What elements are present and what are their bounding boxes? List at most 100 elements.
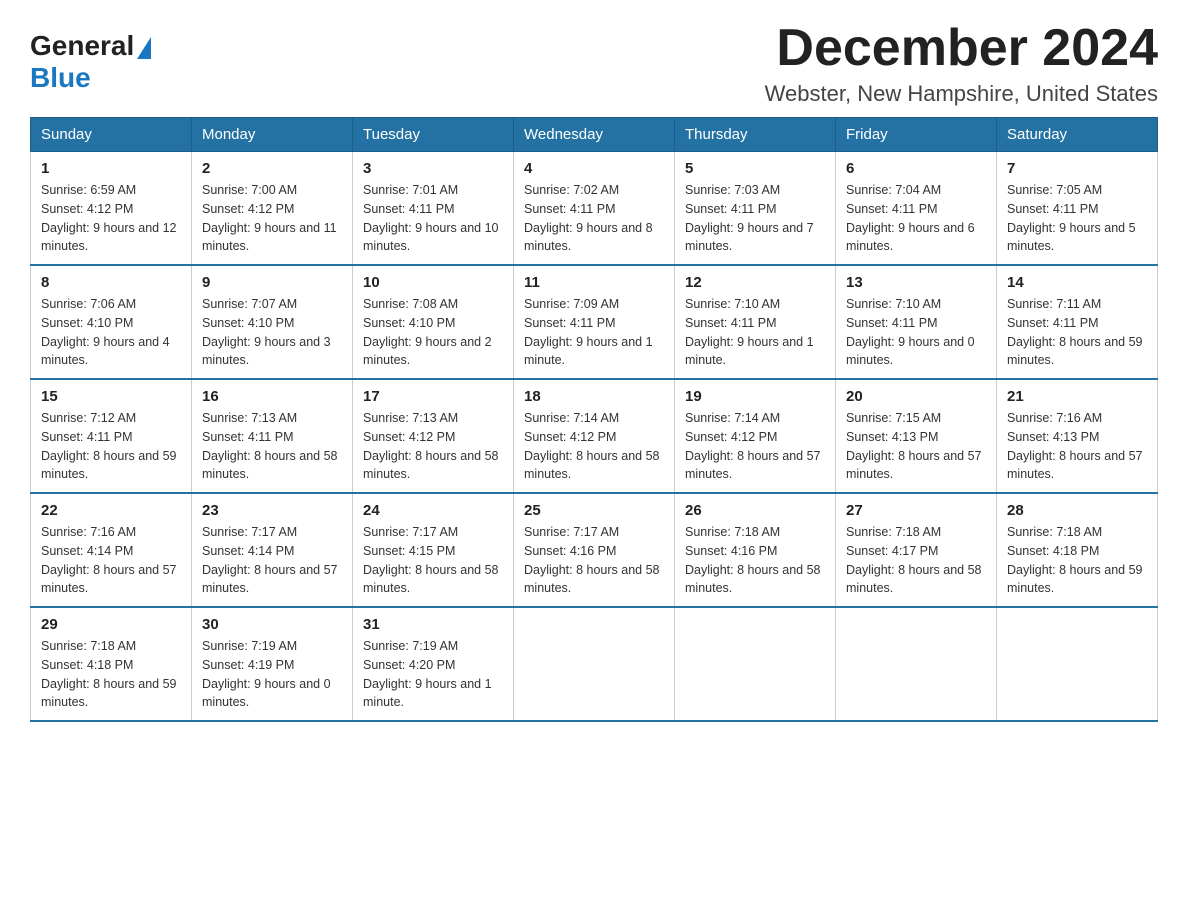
calendar-day-cell: 3 Sunrise: 7:01 AMSunset: 4:11 PMDayligh… bbox=[353, 152, 514, 266]
day-of-week-header: Sunday bbox=[31, 118, 192, 152]
day-info: Sunrise: 7:18 AMSunset: 4:16 PMDaylight:… bbox=[685, 525, 821, 595]
calendar-week-row: 29 Sunrise: 7:18 AMSunset: 4:18 PMDaylig… bbox=[31, 607, 1158, 721]
day-of-week-header: Wednesday bbox=[514, 118, 675, 152]
day-info: Sunrise: 7:14 AMSunset: 4:12 PMDaylight:… bbox=[685, 411, 821, 481]
day-info: Sunrise: 7:17 AMSunset: 4:15 PMDaylight:… bbox=[363, 525, 499, 595]
day-info: Sunrise: 7:03 AMSunset: 4:11 PMDaylight:… bbox=[685, 183, 814, 253]
day-number: 13 bbox=[846, 274, 986, 291]
calendar-day-cell: 28 Sunrise: 7:18 AMSunset: 4:18 PMDaylig… bbox=[997, 493, 1158, 607]
calendar-day-cell: 30 Sunrise: 7:19 AMSunset: 4:19 PMDaylig… bbox=[192, 607, 353, 721]
calendar-day-cell: 17 Sunrise: 7:13 AMSunset: 4:12 PMDaylig… bbox=[353, 379, 514, 493]
day-number: 18 bbox=[524, 388, 664, 405]
calendar-day-cell: 23 Sunrise: 7:17 AMSunset: 4:14 PMDaylig… bbox=[192, 493, 353, 607]
day-number: 2 bbox=[202, 160, 342, 177]
location-subtitle: Webster, New Hampshire, United States bbox=[765, 81, 1158, 107]
calendar-day-cell: 15 Sunrise: 7:12 AMSunset: 4:11 PMDaylig… bbox=[31, 379, 192, 493]
day-number: 7 bbox=[1007, 160, 1147, 177]
day-number: 16 bbox=[202, 388, 342, 405]
day-info: Sunrise: 7:04 AMSunset: 4:11 PMDaylight:… bbox=[846, 183, 975, 253]
day-number: 15 bbox=[41, 388, 181, 405]
day-number: 11 bbox=[524, 274, 664, 291]
day-info: Sunrise: 7:16 AMSunset: 4:14 PMDaylight:… bbox=[41, 525, 177, 595]
title-section: December 2024 Webster, New Hampshire, Un… bbox=[765, 20, 1158, 107]
calendar-day-cell: 27 Sunrise: 7:18 AMSunset: 4:17 PMDaylig… bbox=[836, 493, 997, 607]
day-info: Sunrise: 6:59 AMSunset: 4:12 PMDaylight:… bbox=[41, 183, 177, 253]
day-info: Sunrise: 7:00 AMSunset: 4:12 PMDaylight:… bbox=[202, 183, 337, 253]
logo-blue: Blue bbox=[30, 62, 91, 94]
day-number: 30 bbox=[202, 616, 342, 633]
day-of-week-header: Monday bbox=[192, 118, 353, 152]
calendar-day-cell: 14 Sunrise: 7:11 AMSunset: 4:11 PMDaylig… bbox=[997, 265, 1158, 379]
day-of-week-header: Thursday bbox=[675, 118, 836, 152]
logo-general: General bbox=[30, 30, 134, 62]
day-info: Sunrise: 7:09 AMSunset: 4:11 PMDaylight:… bbox=[524, 297, 653, 367]
calendar-day-cell: 11 Sunrise: 7:09 AMSunset: 4:11 PMDaylig… bbox=[514, 265, 675, 379]
day-number: 4 bbox=[524, 160, 664, 177]
day-number: 28 bbox=[1007, 502, 1147, 519]
calendar-day-cell bbox=[514, 607, 675, 721]
calendar-day-cell: 8 Sunrise: 7:06 AMSunset: 4:10 PMDayligh… bbox=[31, 265, 192, 379]
day-number: 6 bbox=[846, 160, 986, 177]
page-header: General Blue December 2024 Webster, New … bbox=[30, 20, 1158, 107]
day-number: 23 bbox=[202, 502, 342, 519]
day-info: Sunrise: 7:02 AMSunset: 4:11 PMDaylight:… bbox=[524, 183, 653, 253]
calendar-day-cell: 31 Sunrise: 7:19 AMSunset: 4:20 PMDaylig… bbox=[353, 607, 514, 721]
day-number: 27 bbox=[846, 502, 986, 519]
logo-triangle-icon bbox=[137, 37, 151, 59]
calendar-day-cell: 20 Sunrise: 7:15 AMSunset: 4:13 PMDaylig… bbox=[836, 379, 997, 493]
calendar-day-cell: 12 Sunrise: 7:10 AMSunset: 4:11 PMDaylig… bbox=[675, 265, 836, 379]
calendar-day-cell bbox=[675, 607, 836, 721]
day-info: Sunrise: 7:06 AMSunset: 4:10 PMDaylight:… bbox=[41, 297, 170, 367]
logo: General Blue bbox=[30, 30, 151, 94]
day-info: Sunrise: 7:17 AMSunset: 4:14 PMDaylight:… bbox=[202, 525, 338, 595]
calendar-day-cell: 29 Sunrise: 7:18 AMSunset: 4:18 PMDaylig… bbox=[31, 607, 192, 721]
day-of-week-header: Tuesday bbox=[353, 118, 514, 152]
day-number: 5 bbox=[685, 160, 825, 177]
calendar-day-cell: 22 Sunrise: 7:16 AMSunset: 4:14 PMDaylig… bbox=[31, 493, 192, 607]
day-number: 1 bbox=[41, 160, 181, 177]
day-info: Sunrise: 7:01 AMSunset: 4:11 PMDaylight:… bbox=[363, 183, 499, 253]
day-info: Sunrise: 7:05 AMSunset: 4:11 PMDaylight:… bbox=[1007, 183, 1136, 253]
calendar-day-cell: 25 Sunrise: 7:17 AMSunset: 4:16 PMDaylig… bbox=[514, 493, 675, 607]
calendar-day-cell: 7 Sunrise: 7:05 AMSunset: 4:11 PMDayligh… bbox=[997, 152, 1158, 266]
month-year-title: December 2024 bbox=[765, 20, 1158, 77]
calendar-day-cell: 6 Sunrise: 7:04 AMSunset: 4:11 PMDayligh… bbox=[836, 152, 997, 266]
day-number: 22 bbox=[41, 502, 181, 519]
day-number: 25 bbox=[524, 502, 664, 519]
day-info: Sunrise: 7:18 AMSunset: 4:18 PMDaylight:… bbox=[41, 639, 177, 709]
day-info: Sunrise: 7:19 AMSunset: 4:19 PMDaylight:… bbox=[202, 639, 331, 709]
calendar-day-cell: 10 Sunrise: 7:08 AMSunset: 4:10 PMDaylig… bbox=[353, 265, 514, 379]
calendar-week-row: 15 Sunrise: 7:12 AMSunset: 4:11 PMDaylig… bbox=[31, 379, 1158, 493]
day-number: 14 bbox=[1007, 274, 1147, 291]
day-number: 19 bbox=[685, 388, 825, 405]
day-number: 26 bbox=[685, 502, 825, 519]
day-number: 24 bbox=[363, 502, 503, 519]
day-info: Sunrise: 7:10 AMSunset: 4:11 PMDaylight:… bbox=[685, 297, 814, 367]
day-of-week-header: Friday bbox=[836, 118, 997, 152]
day-number: 21 bbox=[1007, 388, 1147, 405]
calendar-day-cell: 2 Sunrise: 7:00 AMSunset: 4:12 PMDayligh… bbox=[192, 152, 353, 266]
calendar-week-row: 8 Sunrise: 7:06 AMSunset: 4:10 PMDayligh… bbox=[31, 265, 1158, 379]
calendar-day-cell: 18 Sunrise: 7:14 AMSunset: 4:12 PMDaylig… bbox=[514, 379, 675, 493]
calendar-week-row: 22 Sunrise: 7:16 AMSunset: 4:14 PMDaylig… bbox=[31, 493, 1158, 607]
calendar-header-row: SundayMondayTuesdayWednesdayThursdayFrid… bbox=[31, 118, 1158, 152]
calendar-day-cell bbox=[997, 607, 1158, 721]
day-info: Sunrise: 7:13 AMSunset: 4:12 PMDaylight:… bbox=[363, 411, 499, 481]
day-number: 10 bbox=[363, 274, 503, 291]
day-info: Sunrise: 7:13 AMSunset: 4:11 PMDaylight:… bbox=[202, 411, 338, 481]
day-info: Sunrise: 7:19 AMSunset: 4:20 PMDaylight:… bbox=[363, 639, 492, 709]
calendar-day-cell: 1 Sunrise: 6:59 AMSunset: 4:12 PMDayligh… bbox=[31, 152, 192, 266]
day-info: Sunrise: 7:16 AMSunset: 4:13 PMDaylight:… bbox=[1007, 411, 1143, 481]
day-number: 8 bbox=[41, 274, 181, 291]
day-number: 12 bbox=[685, 274, 825, 291]
day-info: Sunrise: 7:18 AMSunset: 4:17 PMDaylight:… bbox=[846, 525, 982, 595]
day-of-week-header: Saturday bbox=[997, 118, 1158, 152]
calendar-day-cell bbox=[836, 607, 997, 721]
day-number: 20 bbox=[846, 388, 986, 405]
day-number: 3 bbox=[363, 160, 503, 177]
day-info: Sunrise: 7:14 AMSunset: 4:12 PMDaylight:… bbox=[524, 411, 660, 481]
day-info: Sunrise: 7:15 AMSunset: 4:13 PMDaylight:… bbox=[846, 411, 982, 481]
day-number: 17 bbox=[363, 388, 503, 405]
day-info: Sunrise: 7:12 AMSunset: 4:11 PMDaylight:… bbox=[41, 411, 177, 481]
day-number: 31 bbox=[363, 616, 503, 633]
